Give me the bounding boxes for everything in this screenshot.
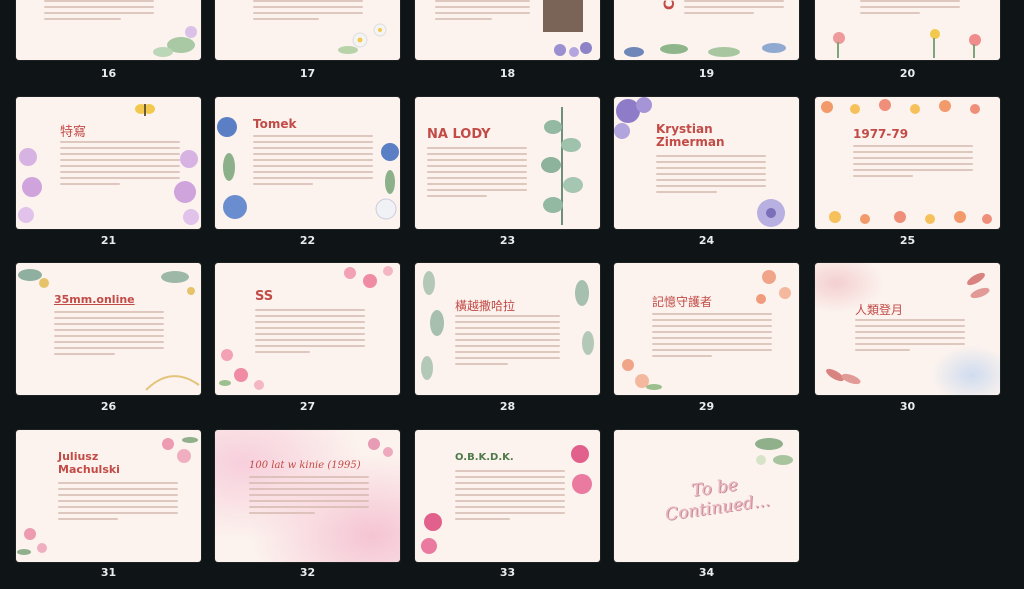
slide-number: 31 (100, 566, 117, 579)
slide-thumbnail-24[interactable]: Krystian Zimerman (614, 97, 799, 229)
slide-thumbnail-17[interactable] (215, 0, 400, 60)
slide-title: Juliusz Machulski (58, 450, 120, 476)
slide-title: 記憶守護者 (652, 295, 713, 309)
photo-image (543, 0, 583, 32)
slide-thumbnail-23[interactable]: NA LODY (415, 97, 600, 229)
slide-number: 19 (698, 67, 715, 80)
slide-text-lines (249, 476, 369, 518)
slide-text-lines (253, 135, 373, 189)
slide-thumbnail-32[interactable]: 100 lat w kinie (1995) (215, 430, 400, 562)
floral-decoration (17, 528, 47, 555)
slide-number: 17 (299, 67, 316, 80)
slide-thumbnail-19[interactable]: CUR (614, 0, 799, 60)
leaf-decoration (826, 368, 861, 385)
floral-decoration (756, 270, 791, 304)
floral-decoration (614, 97, 652, 139)
floral-decoration (18, 148, 42, 223)
floral-decoration (368, 438, 393, 457)
floral-decoration (755, 438, 793, 465)
slide-thumbnail-25[interactable]: 1977-79 (815, 97, 1000, 229)
floral-decoration (338, 23, 387, 54)
slide-text-lines (58, 482, 178, 524)
gold-splash-decoration (145, 375, 200, 391)
slide-text-lines (684, 0, 784, 18)
slide-number: 33 (499, 566, 516, 579)
slide-thumbnail-18[interactable] (415, 0, 600, 60)
slide-text-lines (54, 311, 164, 359)
slide-number: 18 (499, 67, 516, 80)
slide-text-lines (860, 0, 960, 18)
floral-decoration (161, 271, 195, 295)
slide-text-lines (455, 470, 565, 524)
floral-decoration (421, 513, 442, 554)
slide-number: 28 (499, 400, 516, 413)
slide-title: NA LODY (427, 127, 491, 142)
floral-decoration (162, 437, 198, 463)
slide-title: O.B.K.D.K. (455, 452, 514, 463)
floral-decoration (821, 99, 980, 114)
slide-number: 16 (100, 67, 117, 80)
floral-decoration (829, 211, 992, 224)
slide-text-lines (855, 319, 965, 355)
slide-title: 特寫 (60, 125, 87, 140)
slide-thumbnail-34[interactable]: To be Continued... (614, 430, 799, 562)
slide-number: 27 (299, 400, 316, 413)
floral-decoration (18, 269, 49, 288)
leaf-decoration (421, 271, 444, 380)
slide-text-lines (435, 0, 530, 24)
leaf-decoration (575, 280, 594, 355)
floral-decoration (571, 445, 592, 494)
slide-text-lines (853, 145, 973, 181)
slide-title: Tomek (253, 117, 297, 131)
floral-decoration (622, 359, 662, 390)
slide-title: CUR (662, 0, 678, 10)
slide-thumbnail-20[interactable] (815, 0, 1000, 60)
slide-thumbnail-21[interactable]: 特寫 (16, 97, 201, 229)
floral-decoration (174, 150, 199, 225)
slide-number: 23 (499, 234, 516, 247)
leaf-decoration (967, 272, 990, 299)
floral-decoration (554, 42, 592, 57)
slide-number: 32 (299, 566, 316, 579)
floral-decoration (757, 199, 785, 227)
slide-thumbnail-30[interactable]: 人類登月 (815, 263, 1000, 395)
slide-number: 24 (698, 234, 715, 247)
slide-text-lines (427, 147, 527, 201)
slide-title: 人類登月 (855, 303, 904, 317)
slide-thumbnail-28[interactable]: 橫越撒哈拉 (415, 263, 600, 395)
floral-decoration (217, 117, 247, 219)
slide-number: 25 (899, 234, 916, 247)
butterfly-icon (135, 104, 155, 116)
slide-number: 26 (100, 400, 117, 413)
floral-decoration (344, 266, 393, 288)
slide-title: 35mm.online (54, 293, 135, 306)
slide-title: SS (255, 289, 274, 304)
slide-number: 34 (698, 566, 715, 579)
slide-thumbnail-33[interactable]: O.B.K.D.K. (415, 430, 600, 562)
slide-number: 21 (100, 234, 117, 247)
slide-number: 20 (899, 67, 916, 80)
slide-number: 30 (899, 400, 916, 413)
slide-thumbnail-22[interactable]: Tomek (215, 97, 400, 229)
slide-title: 橫越撒哈拉 (455, 299, 516, 313)
slide-thumbnail-29[interactable]: 記憶守護者 (614, 263, 799, 395)
slide-title: 100 lat w kinie (1995) (249, 460, 361, 471)
slide-title: 1977-79 (853, 127, 909, 141)
slide-thumbnail-16[interactable] (16, 0, 201, 60)
slide-text-lines (455, 315, 560, 369)
slide-thumbnail-31[interactable]: Juliusz Machulski (16, 430, 201, 562)
floral-decoration (624, 43, 786, 57)
slide-text-lines (44, 0, 154, 24)
floral-decoration (375, 143, 399, 220)
eucalyptus-decoration (541, 107, 583, 225)
slide-number: 29 (698, 400, 715, 413)
slide-thumbnail-27[interactable]: SS (215, 263, 400, 395)
floral-decoration (219, 349, 264, 390)
slide-thumbnail-26[interactable]: 35mm.online (16, 263, 201, 395)
floral-decoration (153, 26, 197, 57)
slide-number: 22 (299, 234, 316, 247)
floral-decoration (833, 29, 981, 58)
